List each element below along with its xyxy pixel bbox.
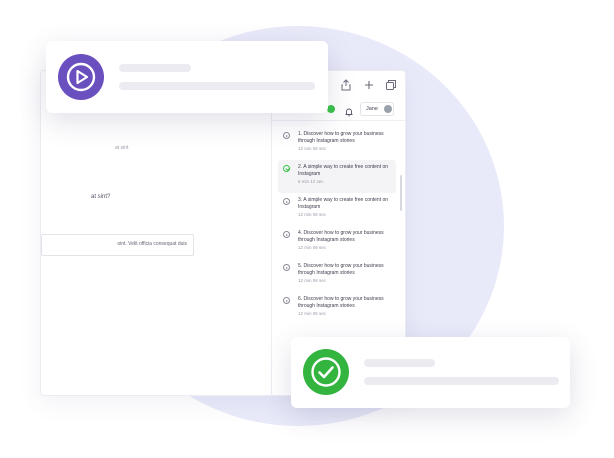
play-circle-icon	[283, 231, 290, 238]
share-icon[interactable]	[340, 79, 352, 91]
answer-option[interactable]: oint. Velit officia consequat duis	[41, 234, 194, 256]
check-circle-icon	[303, 349, 349, 395]
avatar	[384, 105, 392, 113]
lesson-title: 6. Discover how to grow your business th…	[298, 296, 384, 309]
lesson-title: 4. Discover how to grow your business th…	[298, 230, 384, 243]
lesson-title: 5. Discover how to grow your business th…	[298, 263, 384, 276]
lesson-duration: 12 min 06 sec	[298, 278, 327, 283]
lesson-duration: 12 min 06 sec	[298, 311, 327, 316]
lesson-duration: 6 min 12 sec	[298, 179, 324, 184]
user-name: Jane	[366, 106, 378, 112]
online-status-icon	[327, 105, 335, 113]
copy-icon[interactable]	[385, 79, 397, 91]
skeleton-line	[119, 82, 315, 90]
lesson-duration: 12 min 06 sec	[298, 146, 327, 151]
play-circle-icon	[283, 297, 290, 304]
lesson-item[interactable]: 5. Discover how to grow your business th…	[278, 259, 396, 292]
video-card[interactable]	[46, 41, 328, 113]
bell-icon[interactable]	[344, 104, 354, 117]
lesson-duration: 12 min 06 sec	[298, 245, 327, 250]
lesson-item[interactable]: 1. Discover how to grow your business th…	[278, 127, 396, 160]
lesson-duration: 12 min 06 sec	[298, 212, 327, 217]
video-play-icon	[58, 54, 104, 100]
lesson-item[interactable]: 6. Discover how to grow your business th…	[278, 292, 396, 325]
play-circle-icon	[283, 264, 290, 271]
add-icon[interactable]	[363, 79, 375, 91]
answer-text: oint. Velit officia consequat duis	[117, 241, 187, 247]
question-text: at sint?	[91, 194, 111, 200]
scrollbar[interactable]	[400, 175, 402, 211]
user-menu[interactable]: Jane	[360, 102, 394, 116]
lesson-item-active[interactable]: 2. A simple way to create free content o…	[278, 160, 396, 193]
lesson-list: 1. Discover how to grow your business th…	[278, 127, 396, 325]
lesson-title: 1. Discover how to grow your business th…	[298, 131, 384, 144]
main-pane: at sint at sint? oint. Velit officia con…	[41, 71, 271, 395]
skeleton-line	[119, 64, 191, 72]
play-circle-icon	[283, 198, 290, 205]
lesson-title: 2. A simple way to create free content o…	[298, 164, 389, 177]
play-circle-icon	[283, 132, 290, 139]
lesson-title: 3. A simple way to create free content o…	[298, 197, 389, 210]
check-circle-icon	[283, 165, 290, 172]
lesson-item[interactable]: 4. Discover how to grow your business th…	[278, 226, 396, 259]
skeleton-line	[364, 377, 559, 385]
success-card[interactable]	[291, 337, 570, 408]
skeleton-line	[364, 359, 435, 367]
lesson-item[interactable]: 3. A simple way to create free content o…	[278, 193, 396, 226]
faded-text-line: at sint	[115, 145, 129, 151]
